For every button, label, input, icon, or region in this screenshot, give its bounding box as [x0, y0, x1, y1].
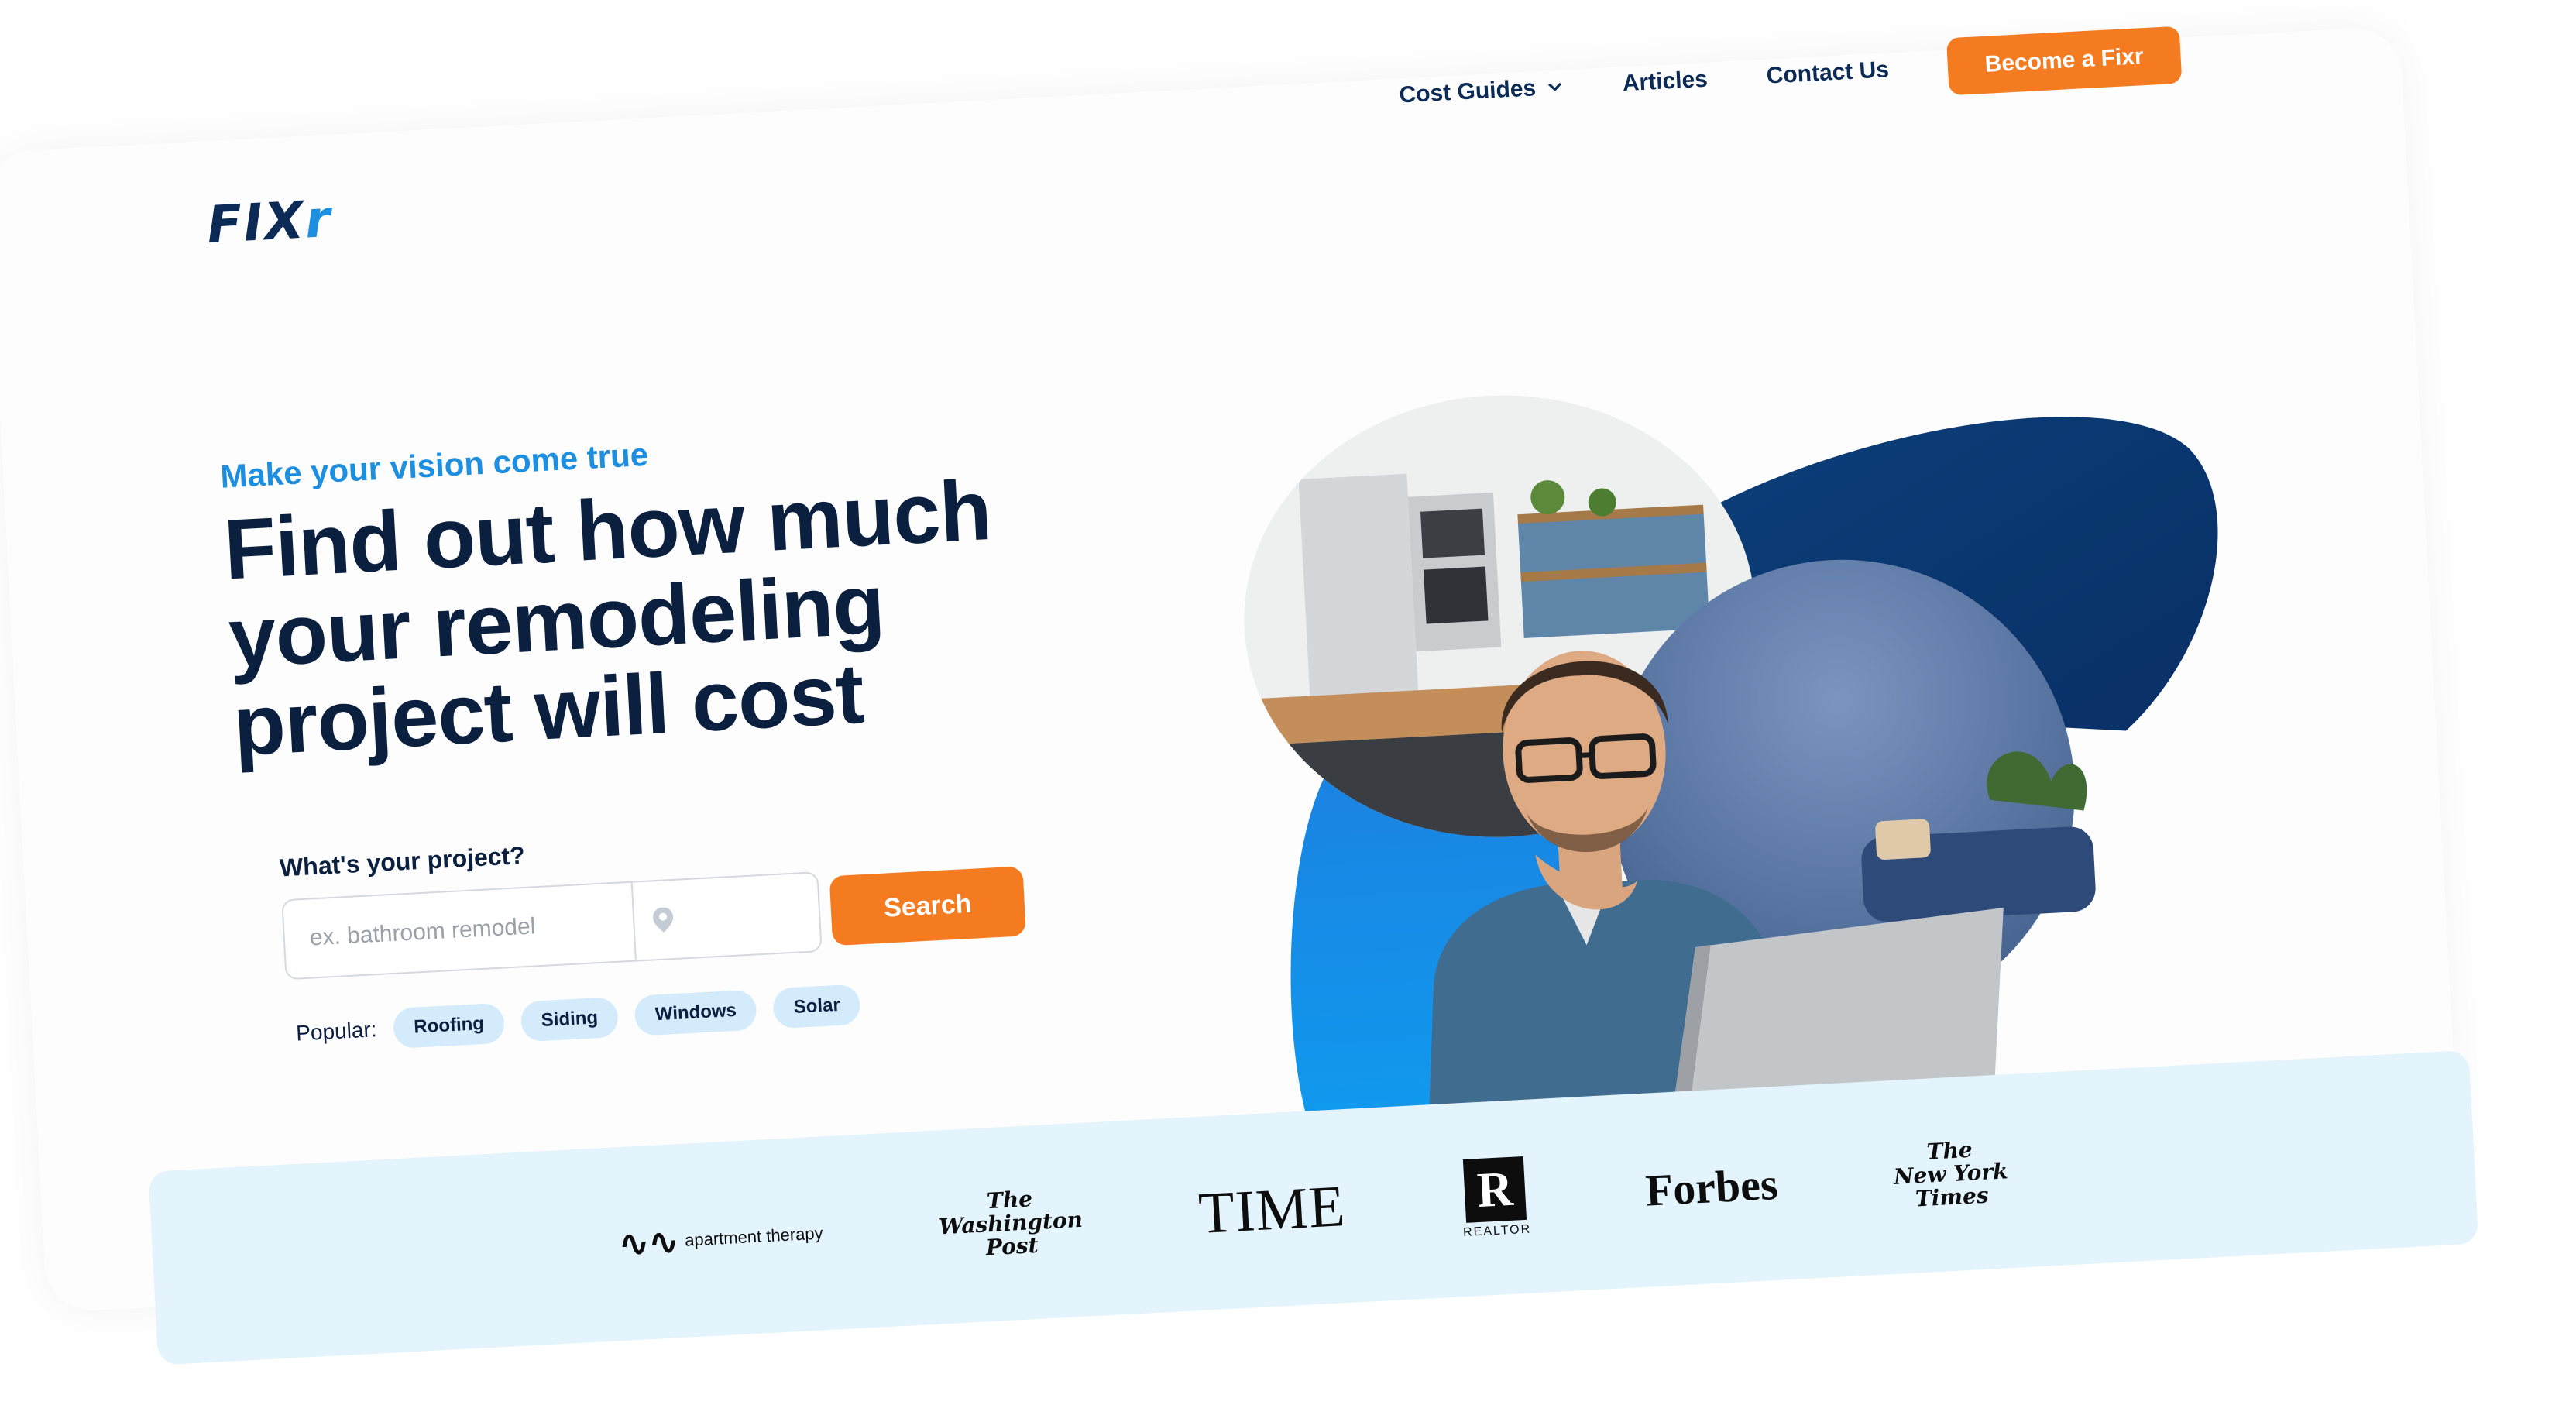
hero-image: [1232, 382, 2218, 1169]
logo-accent: r: [303, 188, 334, 250]
location-field[interactable]: [630, 873, 821, 960]
nav-articles[interactable]: Articles: [1622, 67, 1709, 98]
chevron-down-icon: [1548, 83, 1561, 91]
new-york-times-logo: The New York Times: [1893, 1136, 2009, 1212]
time-logo: TIME: [1197, 1173, 1348, 1246]
map-pin-icon: [653, 907, 674, 933]
apartment-therapy-icon: ∿∿: [617, 1220, 680, 1266]
apartment-therapy-wordmark: apartment therapy: [684, 1223, 824, 1250]
chip-roofing[interactable]: Roofing: [393, 1002, 506, 1049]
chip-solar[interactable]: Solar: [772, 984, 862, 1029]
nav-cost-guides-label: Cost Guides: [1398, 75, 1537, 108]
become-a-fixr-button[interactable]: Become a Fixr: [1946, 26, 2183, 96]
nav-cost-guides[interactable]: Cost Guides: [1399, 74, 1564, 108]
forbes-logo: Forbes: [1644, 1158, 1779, 1216]
realtor-r-icon: R: [1463, 1156, 1527, 1223]
hero-text: Make your vision come true Find out how …: [219, 414, 1101, 1056]
chip-windows[interactable]: Windows: [634, 989, 758, 1036]
fixr-logo[interactable]: FIXr: [205, 189, 333, 255]
realtor-wordmark: REALTOR: [1462, 1222, 1532, 1240]
washington-post-logo: The Washington Post: [938, 1186, 1084, 1261]
popular-label: Popular:: [295, 1017, 378, 1046]
logo-main: FIX: [205, 190, 307, 256]
realtor-logo: R REALTOR: [1459, 1156, 1532, 1240]
apartment-therapy-logo: ∿∿ apartment therapy: [618, 1212, 824, 1265]
project-search-input[interactable]: [283, 882, 635, 979]
hero-illustration: [1194, 352, 2294, 1173]
page: FIXr Cost Guides Articles Contact Us Bec…: [0, 0, 2576, 1422]
nav-contact-us[interactable]: Contact Us: [1766, 57, 1890, 89]
hero-headline: Find out how much your remodeling projec…: [222, 462, 994, 775]
search-button[interactable]: Search: [829, 866, 1026, 946]
search-box: [281, 871, 823, 981]
chip-siding[interactable]: Siding: [520, 996, 620, 1042]
